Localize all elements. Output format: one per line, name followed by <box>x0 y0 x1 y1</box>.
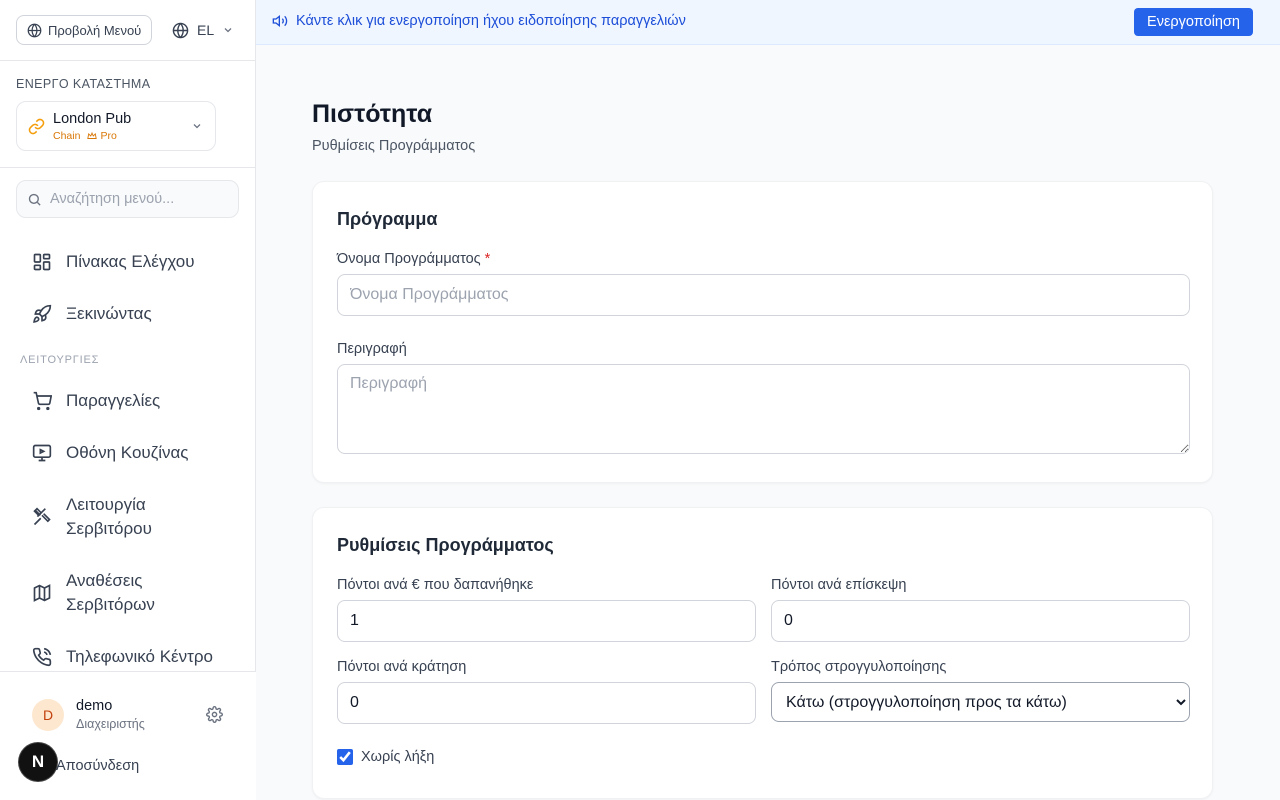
sound-notification-banner: Κάντε κλικ για ενεργοποίηση ήχου ειδοποί… <box>256 0 1280 45</box>
label-line-1: Αναθέσεις <box>66 571 143 590</box>
description-label: Περιγραφή <box>337 341 407 357</box>
sidebar-top-bar: Προβολή Μενού EL <box>0 0 255 61</box>
banner-text: Κάντε κλικ για ενεργοποίηση ήχου ειδοποί… <box>296 13 686 29</box>
rocket-icon <box>33 304 52 323</box>
rounding-mode-label: Τρόπος στρογγυλοποίησης <box>771 659 947 675</box>
points-per-euro-input[interactable] <box>337 600 756 642</box>
page-title: Πιστότητα <box>312 100 433 128</box>
program-settings-title: Ρυθμίσεις Προγράμματος <box>337 535 554 555</box>
required-mark: * <box>484 251 491 267</box>
sidebar-item-label: Οθόνη Κουζίνας <box>66 443 189 462</box>
program-settings-card: Ρυθμίσεις Προγράμματος Πόντοι ανά € που … <box>312 507 1213 799</box>
page-subtitle: Ρυθμίσεις Προγράμματος <box>312 138 476 154</box>
sidebar-item-orders[interactable]: Παραγγελίες <box>20 389 240 413</box>
sidebar-item-getting-started[interactable]: Ξεκινώντας <box>20 302 240 326</box>
phone-icon <box>32 647 52 667</box>
globe-icon <box>172 22 189 38</box>
sidebar-item-label: Αναθέσεις Σερβιτόρων <box>66 569 155 617</box>
store-meta: Chain Pro <box>53 130 117 142</box>
label-line-2: Σερβιτόρων <box>66 595 155 614</box>
menu-view-button[interactable]: Προβολή Μενού <box>16 15 152 45</box>
logout-button[interactable]: Αποσύνδεση <box>56 758 139 774</box>
no-expiry-checkbox[interactable] <box>337 749 353 765</box>
dashboard-icon <box>33 253 51 271</box>
globe-icon <box>27 23 42 37</box>
active-store-heading: ΕΝΕΡΓΟ ΚΑΤΑΣΤΗΜΑ <box>16 77 151 91</box>
points-per-booking-input[interactable] <box>337 682 756 724</box>
program-name-input[interactable] <box>337 274 1190 316</box>
dev-tools-badge[interactable]: N <box>19 743 57 781</box>
sidebar-item-label: Τηλεφωνικό Κέντρο <box>66 647 213 666</box>
menu-search-input[interactable] <box>50 191 230 207</box>
chevron-down-icon <box>224 28 232 33</box>
sidebar-item-label: Πίνακας Ελέγχου <box>66 252 195 271</box>
map-icon <box>33 584 51 602</box>
speaker-icon <box>272 14 288 28</box>
crown-icon <box>87 131 98 139</box>
monitor-icon <box>32 444 52 462</box>
store-name: London Pub <box>53 111 132 127</box>
gear-icon[interactable] <box>206 706 223 723</box>
enable-sound-button[interactable]: Ενεργοποίηση <box>1134 8 1253 36</box>
chevron-down-icon <box>193 124 201 129</box>
rounding-mode-select[interactable]: Κάτω (στρογγυλοποίηση προς τα κάτω) <box>771 682 1190 722</box>
points-per-booking-label: Πόντοι ανά κράτηση <box>337 659 467 675</box>
active-store-section: ΕΝΕΡΓΟ ΚΑΤΑΣΤΗΜΑ London Pub Chain Pro <box>0 61 255 168</box>
sidebar-item-dashboard[interactable]: Πίνακας Ελέγχου <box>20 250 240 274</box>
menu-search <box>16 180 239 218</box>
program-name-label: Όνομα Προγράμματος * <box>337 251 490 267</box>
program-card: Πρόγραμμα Όνομα Προγράμματος * Περιγραφή <box>312 181 1213 483</box>
points-per-visit-label: Πόντοι ανά επίσκεψη <box>771 577 907 593</box>
label-line-2: Σερβιτόρου <box>66 519 152 538</box>
program-name-label-text: Όνομα Προγράμματος <box>337 251 481 267</box>
no-expiry-label: Χωρίς λήξη <box>361 749 435 765</box>
store-type: Chain <box>53 130 81 142</box>
points-per-euro-label: Πόντοι ανά € που δαπανήθηκε <box>337 577 534 593</box>
language-selector[interactable]: EL <box>172 19 234 41</box>
cart-icon <box>33 391 52 411</box>
no-expiry-checkbox-row[interactable]: Χωρίς λήξη <box>337 749 434 765</box>
store-switcher[interactable]: London Pub Chain Pro <box>16 101 216 151</box>
link-icon <box>28 118 45 135</box>
sidebar-item-label: Παραγγελίες <box>66 391 161 410</box>
store-plan: Pro <box>100 130 117 142</box>
menu-view-label: Προβολή Μενού <box>48 22 142 38</box>
avatar: D <box>32 699 64 731</box>
utensils-icon <box>33 507 51 526</box>
program-card-title: Πρόγραμμα <box>337 209 438 229</box>
search-icon <box>28 193 41 206</box>
description-textarea[interactable] <box>337 364 1190 454</box>
user-role: Διαχειριστής <box>76 717 145 731</box>
language-code: EL <box>197 22 215 38</box>
sidebar-item-call-center[interactable]: Τηλεφωνικό Κέντρο <box>20 645 240 669</box>
sidebar-section-title: ΛΕΙΤΟΥΡΓΙΕΣ <box>20 354 100 366</box>
user-name: demo <box>76 698 113 714</box>
sidebar-item-kitchen-display[interactable]: Οθόνη Κουζίνας <box>20 441 240 465</box>
sidebar-item-label: Λειτουργία Σερβιτόρου <box>66 493 152 541</box>
points-per-visit-input[interactable] <box>771 600 1190 642</box>
sidebar-item-waiter-mode[interactable]: Λειτουργία Σερβιτόρου <box>20 493 240 541</box>
label-line-1: Λειτουργία <box>66 495 146 514</box>
sidebar-item-label: Ξεκινώντας <box>66 304 152 323</box>
sidebar: Προβολή Μενού EL ΕΝΕΡΓΟ ΚΑΤΑΣΤΗΜΑ London… <box>0 0 256 800</box>
banner-message: Κάντε κλικ για ενεργοποίηση ήχου ειδοποί… <box>272 13 686 29</box>
badge-letter: N <box>31 752 45 771</box>
sidebar-item-waiter-assignments[interactable]: Αναθέσεις Σερβιτόρων <box>20 569 240 617</box>
